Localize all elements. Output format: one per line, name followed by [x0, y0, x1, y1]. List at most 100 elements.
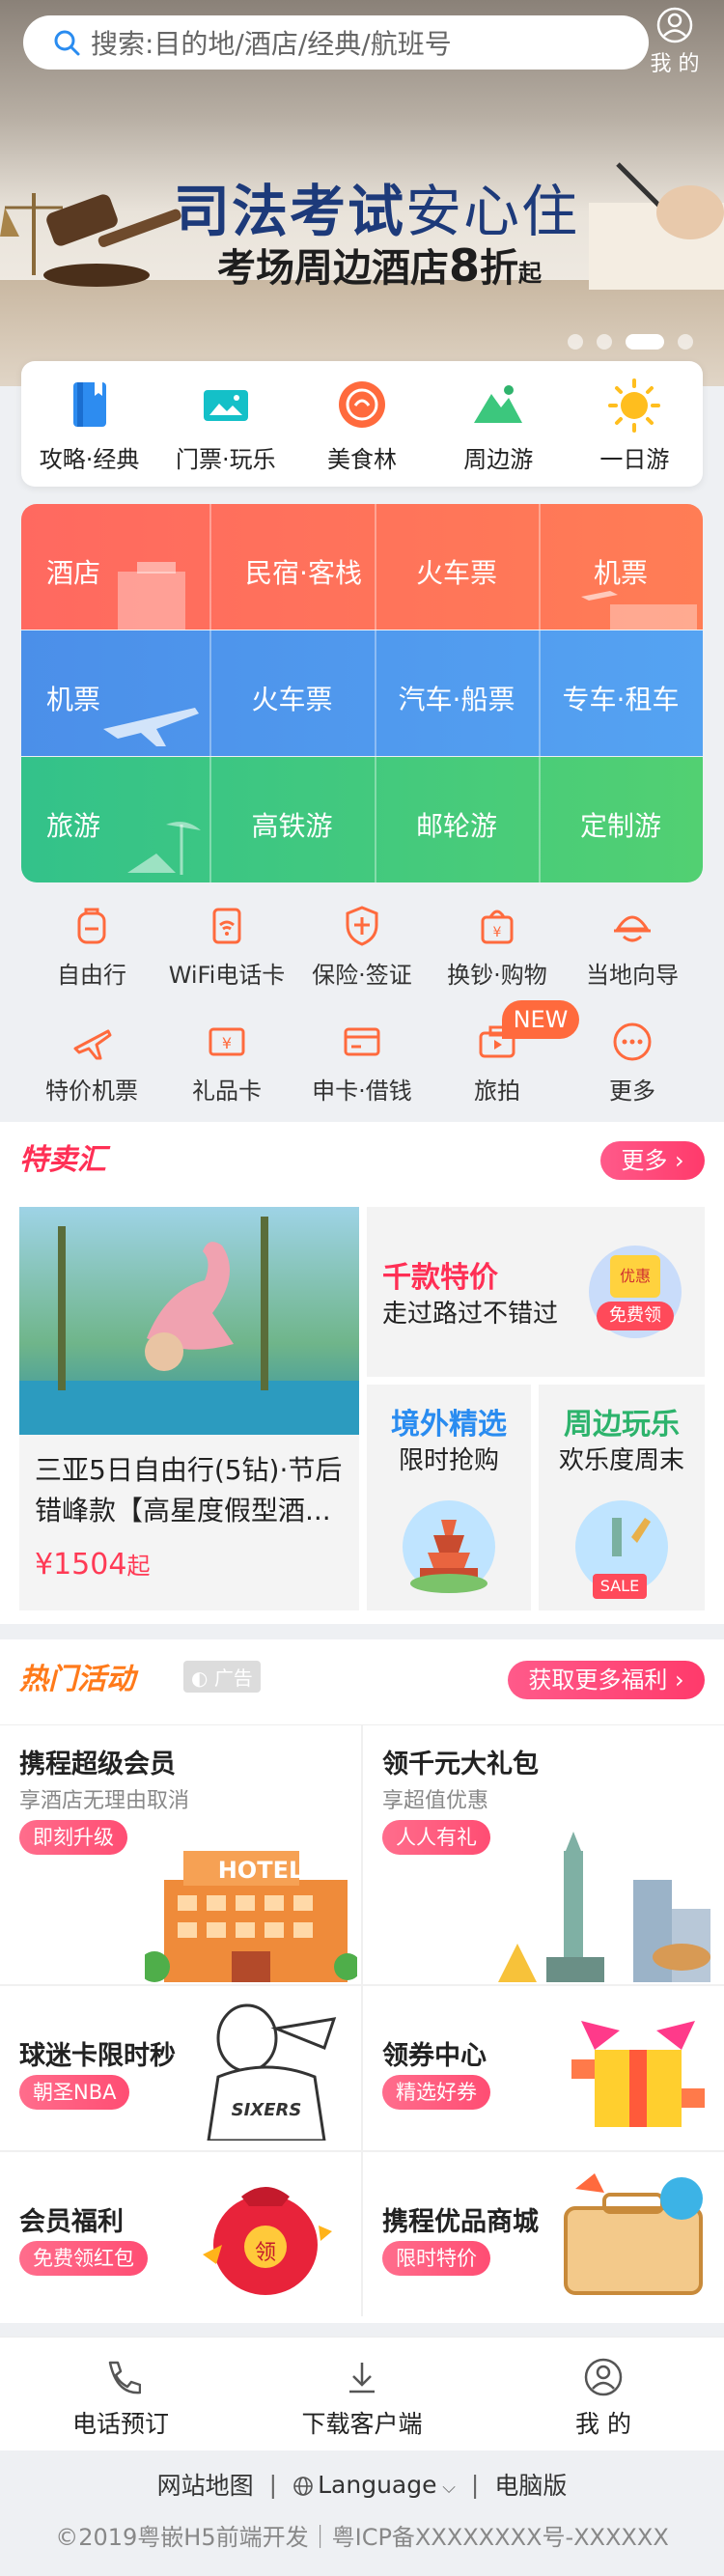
- user-icon: [584, 2358, 623, 2396]
- search-icon: [54, 30, 80, 56]
- banner-sub-num: 8: [449, 239, 481, 292]
- coupon-badge-top: 优惠: [610, 1255, 660, 1298]
- carousel-dot[interactable]: [568, 334, 583, 350]
- backpack-icon: [77, 908, 106, 944]
- icon-local-guide[interactable]: 当地向导: [560, 904, 705, 990]
- grid-cell-custom[interactable]: 定制游: [539, 757, 703, 882]
- bottom-nav-mine[interactable]: 我 的: [483, 2338, 724, 2450]
- beach-chair-illustration: [127, 822, 201, 875]
- banner-subtitle: 考场周边酒店8折起: [217, 237, 542, 293]
- carousel-dot[interactable]: [678, 334, 693, 350]
- deal-card-sub: 限时抢购: [398, 1446, 499, 1475]
- activities-more-button[interactable]: 获取更多福利 ›: [508, 1661, 705, 1699]
- pc-version-link[interactable]: 电脑版: [494, 2467, 567, 2502]
- deal-card-title: 境外精选: [391, 1408, 507, 1442]
- jersey-text: SIXERS: [231, 2100, 302, 2120]
- chevron-down-icon: ⌵: [436, 2477, 456, 2498]
- deals-title: 特卖汇: [19, 1143, 106, 1177]
- activity-sub: 享超值优惠: [382, 1789, 489, 1813]
- deal-card-nearby-fun[interactable]: 周边玩乐 欢乐度周末 SALE: [539, 1385, 705, 1610]
- activity-button[interactable]: 精选好券: [382, 2075, 490, 2110]
- activity-mall[interactable]: 携程优品商城 限时特价: [363, 2152, 724, 2316]
- deal-card-sub: 欢乐度周末: [558, 1446, 684, 1475]
- banner-title-rest: 安心住: [405, 179, 580, 244]
- book-icon: [72, 382, 106, 427]
- quick-nav-daytrip[interactable]: 一日游: [567, 361, 703, 487]
- activity-super-member[interactable]: 携程超级会员 享酒店无理由取消 即刻升级 HOTEL: [0, 1725, 361, 1984]
- activity-fan-card[interactable]: 球迷卡限时秒 朝圣NBA SIXERS: [0, 1986, 361, 2150]
- deals-more-label: 更多: [621, 1147, 668, 1174]
- activity-gift-pack[interactable]: 领千元大礼包 享超值优惠 人人有礼: [363, 1725, 724, 1984]
- search-input[interactable]: 搜索:目的地/酒店/经典/航班号: [23, 15, 649, 70]
- grid-cell-label: 民宿·客栈: [245, 557, 362, 589]
- activity-button[interactable]: 朝圣NBA: [19, 2075, 130, 2110]
- more-icon: [613, 1022, 652, 1061]
- deal-main-card[interactable]: 三亚5日自由行(5钻)·节后错峰款【高星度假型酒... ¥1504起: [19, 1207, 359, 1610]
- new-badge: NEW: [502, 1000, 579, 1039]
- statue-city-illustration: [498, 1832, 710, 1982]
- icon-label: 当地向导: [586, 962, 679, 989]
- activity-title: 携程超级会员: [19, 1750, 176, 1779]
- pagoda-illustration: [403, 1500, 495, 1593]
- grid-cell-cruise[interactable]: 邮轮游: [375, 757, 539, 882]
- grid-cell-label: 定制游: [579, 810, 661, 842]
- grid-cell-highspeed[interactable]: 高铁游: [209, 757, 375, 882]
- icon-cheap-flight[interactable]: 特价机票: [19, 1020, 164, 1106]
- grid-cell-homestay[interactable]: 民宿·客栈: [209, 504, 398, 630]
- bottom-nav-download-app[interactable]: 下载客户端: [241, 2338, 483, 2450]
- icon-free-travel[interactable]: 自由行: [19, 904, 164, 990]
- language-selector[interactable]: Language ⌵: [292, 2471, 456, 2499]
- deal-card-title: 千款特价: [382, 1261, 498, 1295]
- sitemap-link[interactable]: 网站地图: [157, 2467, 254, 2502]
- icon-label: 申卡·借钱: [312, 1078, 412, 1105]
- activity-button[interactable]: 免费领红包: [19, 2241, 148, 2276]
- plane-icon: [73, 1029, 112, 1060]
- activities-more-label: 获取更多福利: [528, 1666, 668, 1694]
- grid-cell-train[interactable]: 火车票: [375, 504, 539, 630]
- grid-cell-label: 高铁游: [251, 810, 333, 842]
- bottom-nav-label: 我 的: [575, 2410, 631, 2438]
- icon-label: 换钞·购物: [447, 962, 547, 989]
- deal-card-overseas[interactable]: 境外精选 限时抢购: [367, 1385, 531, 1610]
- activity-title: 携程优品商城: [382, 2207, 539, 2237]
- grid-cell-bus-ship[interactable]: 汽车·船票: [375, 630, 539, 756]
- activities-section: 热门活动 ◐ 广告 获取更多福利 › 携程超级会员 享酒店无理由取消 即刻升级 …: [0, 1639, 724, 2323]
- icon-label: 保险·签证: [312, 962, 412, 989]
- activity-member-benefit[interactable]: 会员福利 免费领红包 领: [0, 2152, 361, 2316]
- bottom-nav-label: 下载客户端: [301, 2410, 423, 2438]
- activity-button[interactable]: 限时特价: [382, 2241, 490, 2276]
- bottom-nav-phone-booking[interactable]: 电话预订: [0, 2338, 241, 2450]
- quick-nav-label: 周边游: [463, 446, 534, 473]
- grid-cell-car-rental[interactable]: 专车·租车: [539, 630, 703, 756]
- deal-card-specials[interactable]: 千款特价 走过路过不错过 优惠 免费领: [367, 1207, 705, 1377]
- hero-banner[interactable]: 搜索:目的地/酒店/经典/航班号 我 的 司法考试安心住 考场周边酒店8折起: [0, 0, 724, 386]
- quick-nav-label: 一日游: [599, 446, 670, 473]
- icon-gift-card[interactable]: ¥ 礼品卡: [154, 1020, 299, 1106]
- ad-label: 广告: [213, 1666, 253, 1690]
- deals-more-button[interactable]: 更多 ›: [600, 1141, 705, 1180]
- icon-card-loan[interactable]: 申卡·借钱: [290, 1020, 434, 1106]
- banner-title: 司法考试安心住: [174, 166, 579, 247]
- icon-more[interactable]: 更多: [560, 1020, 705, 1106]
- grid-row-hotel: 酒店 民宿·客栈 火车票 机票: [21, 504, 703, 630]
- quick-nav-guide[interactable]: 攻略·经典: [21, 361, 157, 487]
- wifi-card-icon: [212, 908, 241, 944]
- grid-cell-label: 专车·租车: [562, 684, 680, 715]
- icon-exchange-shopping[interactable]: ¥ 换钞·购物: [425, 904, 570, 990]
- carousel-dot[interactable]: [597, 334, 612, 350]
- quick-nav-tickets[interactable]: 门票·玩乐: [157, 361, 293, 487]
- icon-wifi-card[interactable]: WiFi电话卡: [154, 904, 299, 990]
- icon-label: 礼品卡: [192, 1078, 262, 1105]
- quick-nav-nearby[interactable]: 周边游: [431, 361, 567, 487]
- icon-label: WiFi电话卡: [168, 962, 286, 989]
- activity-coupon-center[interactable]: 领券中心 精选好券: [363, 1986, 724, 2150]
- grid-row-flight: 机票 火车票 汽车·船票 专车·租车: [21, 630, 703, 756]
- hotel-illustration: [145, 1851, 357, 1982]
- icon-insurance-visa[interactable]: 保险·签证: [290, 904, 434, 990]
- carousel-dot-active[interactable]: [626, 334, 664, 350]
- activity-button[interactable]: 即刻升级: [19, 1820, 127, 1855]
- activity-button[interactable]: 人人有礼: [382, 1820, 490, 1855]
- mine-button[interactable]: 我 的: [645, 6, 705, 77]
- quick-nav-food[interactable]: 美食林: [293, 361, 430, 487]
- grid-cell-train[interactable]: 火车票: [209, 630, 375, 756]
